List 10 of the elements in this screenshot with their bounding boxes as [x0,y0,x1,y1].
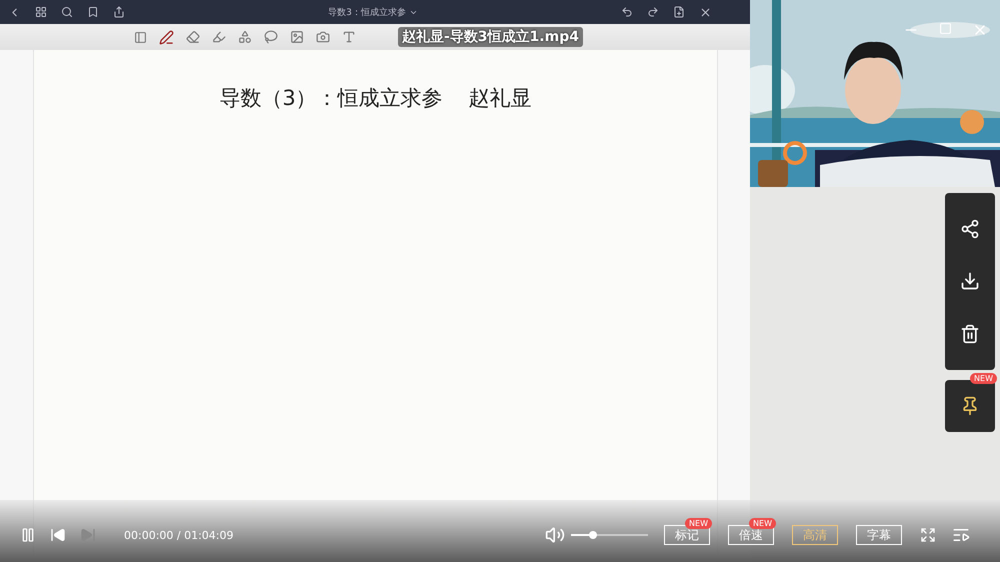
new-badge: NEW [970,373,997,384]
author-name: 赵礼显 [468,85,532,110]
new-badge: NEW [685,518,712,529]
new-badge: NEW [749,518,776,529]
board-heading: 导数（3）：恒成立求参 [219,85,443,110]
video-title: 赵礼显-导数3恒成立1.mp4 [398,27,583,47]
document-title: 导数3：恒成立求参 [328,6,406,18]
player-option-button[interactable]: 字幕 [856,525,902,545]
playback-time: 00:00:00 / 01:04:09 [124,528,234,542]
player-option-button[interactable]: 高清 [792,525,838,545]
